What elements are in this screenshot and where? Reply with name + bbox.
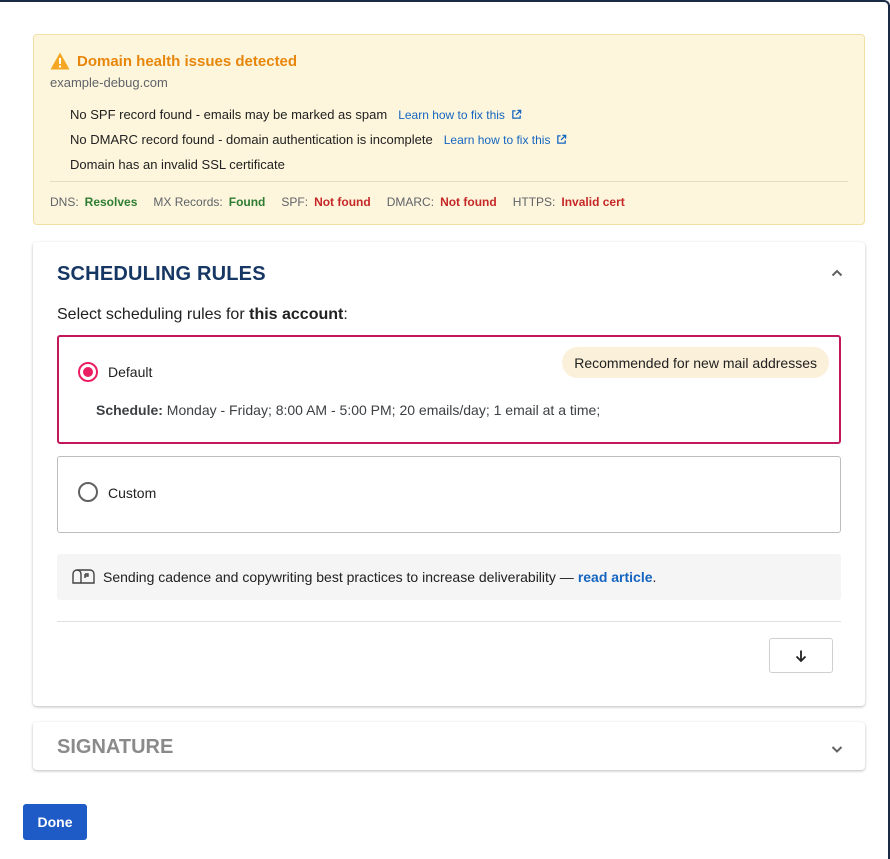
tip-end: . xyxy=(652,569,657,585)
chevron-down-icon[interactable] xyxy=(830,742,844,756)
arrow-down-icon xyxy=(795,650,807,662)
mailbox-icon xyxy=(72,569,95,584)
issue-text: No DMARC record found - domain authentic… xyxy=(70,132,433,147)
default-radio[interactable] xyxy=(78,362,98,382)
check-key: SPF: xyxy=(281,195,309,209)
recommended-badge: Recommended for new mail addresses xyxy=(562,347,829,378)
check-key: HTTPS: xyxy=(512,195,556,209)
check-dns: DNS: Resolves xyxy=(50,195,137,209)
alert-title: Domain health issues detected xyxy=(77,52,298,70)
tip-text: Sending cadence and copywriting best pra… xyxy=(103,569,656,585)
issue-text: No SPF record found - emails may be mark… xyxy=(70,107,388,122)
check-key: MX Records: xyxy=(153,195,223,209)
issue-spf: No SPF record found - emails may be mark… xyxy=(70,102,567,127)
subtitle-prefix: Select scheduling rules for xyxy=(57,306,250,323)
alert-domain: example-debug.com xyxy=(50,75,168,90)
schedule-label: Schedule: xyxy=(96,402,163,418)
check-value: Found xyxy=(228,195,266,209)
schedule-value: Monday - Friday; 8:00 AM - 5:00 PM; 20 e… xyxy=(166,402,601,418)
tip-body: Sending cadence and copywriting best pra… xyxy=(103,569,574,585)
issue-dmarc: No DMARC record found - domain authentic… xyxy=(70,127,567,152)
domain-health-alert: Domain health issues detected example-de… xyxy=(33,34,865,225)
alert-divider xyxy=(50,181,848,182)
health-checks: DNS: Resolves MX Records: Found SPF: Not… xyxy=(50,195,641,209)
scheduling-rules-title[interactable]: SCHEDULING RULES xyxy=(57,263,266,286)
external-link-icon xyxy=(512,109,522,119)
subtitle-bold: this account xyxy=(249,306,344,323)
done-button[interactable]: Done xyxy=(23,804,87,840)
warning-triangle-icon xyxy=(50,52,70,70)
custom-radio[interactable] xyxy=(78,482,98,502)
check-key: DNS: xyxy=(50,195,79,209)
panel-divider xyxy=(57,621,841,622)
check-mx: MX Records: Found xyxy=(153,195,265,209)
link-label: Learn how to fix this xyxy=(443,132,551,147)
next-section-button[interactable] xyxy=(769,638,833,673)
schedule-description: Schedule: Monday - Friday; 8:00 AM - 5:0… xyxy=(96,402,600,418)
check-dmarc: DMARC: Not found xyxy=(387,195,497,209)
scheduling-rules-panel: SCHEDULING RULES Select scheduling rules… xyxy=(33,242,865,706)
signature-panel[interactable]: SIGNATURE xyxy=(33,722,865,770)
link-label: Learn how to fix this xyxy=(398,107,505,122)
check-spf: SPF: Not found xyxy=(281,195,370,209)
check-value: Not found xyxy=(314,195,371,209)
issue-text: Domain has an invalid SSL certificate xyxy=(70,157,285,172)
learn-fix-dmarc-link[interactable]: Learn how to fix this xyxy=(444,133,568,147)
custom-rule-option[interactable]: Custom xyxy=(57,456,841,533)
learn-fix-spf-link[interactable]: Learn how to fix this xyxy=(398,108,522,122)
chevron-up-icon[interactable] xyxy=(830,266,844,280)
alert-title-row: Domain health issues detected xyxy=(50,52,297,70)
deliverability-tip: Sending cadence and copywriting best pra… xyxy=(57,554,841,600)
default-label: Default xyxy=(108,364,153,380)
check-key: DMARC: xyxy=(386,195,435,209)
issue-list: No SPF record found - emails may be mark… xyxy=(70,102,567,177)
external-link-icon xyxy=(557,134,567,144)
custom-label: Custom xyxy=(108,485,157,501)
settings-dialog: Domain health issues detected example-de… xyxy=(0,0,890,859)
check-value: Not found xyxy=(440,195,497,209)
scheduling-subtitle: Select scheduling rules for this account… xyxy=(57,306,348,324)
subtitle-suffix: : xyxy=(343,306,348,323)
issue-ssl: Domain has an invalid SSL certificate xyxy=(70,152,567,177)
signature-title[interactable]: SIGNATURE xyxy=(57,736,173,759)
check-value: Resolves xyxy=(84,195,138,209)
check-value: Invalid cert xyxy=(561,195,625,209)
read-article-link[interactable]: read article xyxy=(578,569,653,585)
check-https: HTTPS: Invalid cert xyxy=(513,195,625,209)
default-rule-option[interactable]: Default Recommended for new mail address… xyxy=(57,335,841,444)
